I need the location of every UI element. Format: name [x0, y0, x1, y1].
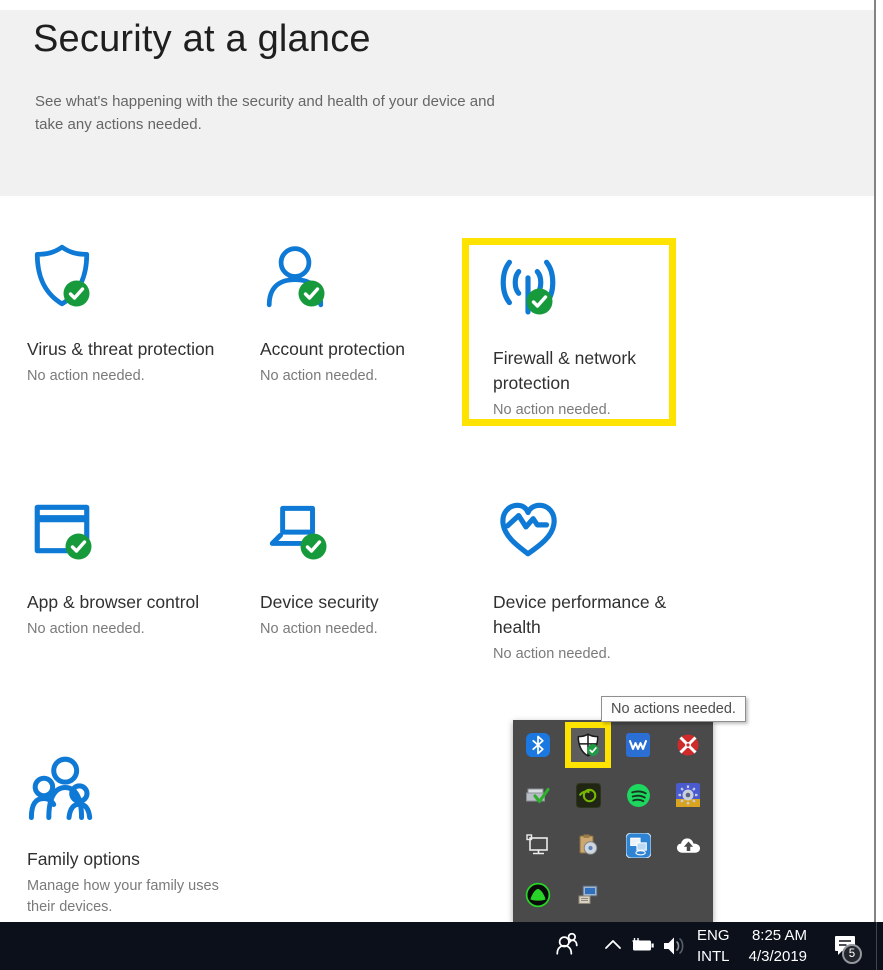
heart-pulse-icon [493, 496, 567, 564]
battery-icon[interactable] [629, 935, 657, 960]
system-tray-flyout [513, 720, 713, 922]
check-badge-icon [300, 533, 327, 560]
tile-virus-threat-protection[interactable]: Virus & threat protection No action need… [27, 243, 252, 387]
tray-icon-media-writer[interactable] [563, 820, 613, 870]
ethernet-monitor-icon [526, 834, 548, 855]
tile-status: No action needed. [260, 367, 378, 384]
spotify-icon [626, 783, 650, 807]
tile-app-browser-control[interactable]: App & browser control No action needed. [27, 496, 252, 640]
tray-icon-windows-defender[interactable] [563, 720, 613, 770]
tray-icon-pinwheel-ball[interactable] [663, 720, 713, 770]
intel-graphics-icon [625, 832, 651, 858]
tray-icon-removable-storage[interactable] [563, 870, 613, 920]
tray-icon-spotify[interactable] [613, 770, 663, 820]
tile-status: Manage how your family uses their device… [27, 877, 219, 915]
antenna-icon [493, 252, 567, 320]
defender-shield-icon [577, 733, 599, 757]
show-hidden-icons-chevron[interactable] [603, 937, 623, 956]
waves-icon [626, 733, 650, 757]
tile-title: Account protection [260, 339, 405, 359]
people-icon[interactable] [554, 931, 580, 962]
laptop-icon [260, 496, 334, 564]
tray-empty-cell [613, 870, 663, 920]
language-line2: INTL [697, 948, 730, 965]
tile-firewall-network-protection[interactable]: Firewall & network protection No action … [493, 252, 673, 421]
tray-icon-waves-audio[interactable] [613, 720, 663, 770]
tray-icon-onedrive[interactable] [663, 820, 713, 870]
clock-date: 4/3/2019 [748, 948, 807, 965]
bluetooth-icon [526, 733, 550, 757]
tile-title: App & browser control [27, 592, 200, 612]
tray-icon-intel-graphics[interactable] [613, 820, 663, 870]
tile-status: No action needed. [493, 401, 611, 418]
check-badge-icon [63, 280, 90, 307]
tile-title: Virus & threat protection [27, 339, 215, 359]
notification-count-badge[interactable]: 5 [842, 944, 862, 964]
page-header: Security at a glance See what's happenin… [0, 10, 874, 196]
tray-icon-gear-utility[interactable] [663, 770, 713, 820]
family-icon [27, 753, 101, 821]
browser-window-icon [27, 496, 101, 564]
person-icon [260, 243, 334, 311]
tile-title: Device security [260, 592, 379, 612]
tray-empty-cell [663, 870, 713, 920]
gear-icon [676, 783, 700, 807]
page-subtitle: See what's happening with the security a… [35, 93, 495, 134]
tray-icon-network-ball[interactable] [513, 870, 563, 920]
computer-storage-icon [578, 885, 597, 904]
shield-icon [27, 243, 101, 311]
cloud-upload-icon [676, 838, 700, 853]
tile-status: No action needed. [493, 645, 611, 662]
check-badge-icon [526, 288, 553, 315]
taskbar: ENG INTL 8:25 AM 4/3/2019 5 [0, 922, 883, 970]
tray-tooltip: No actions needed. [601, 696, 746, 722]
nvidia-icon [575, 782, 601, 808]
language-indicator[interactable]: ENG INTL [697, 925, 730, 967]
vertical-scrollbar[interactable] [874, 0, 876, 922]
tile-account-protection[interactable]: Account protection No action needed. [260, 243, 485, 387]
speaker-icon[interactable] [662, 934, 688, 963]
check-badge-icon [298, 280, 325, 307]
firewall-highlight-box: Firewall & network protection No action … [462, 238, 676, 426]
tile-title: Firewall & network protection [493, 348, 636, 393]
tile-title: Family options [27, 849, 140, 869]
clock[interactable]: 8:25 AM 4/3/2019 [733, 925, 807, 967]
check-badge-icon [65, 533, 92, 560]
tray-icon-bluetooth[interactable] [513, 720, 563, 770]
tray-icon-device-check[interactable] [513, 770, 563, 820]
tile-device-security[interactable]: Device security No action needed. [260, 496, 485, 640]
tile-status: No action needed. [27, 620, 145, 637]
green-ball-icon [525, 882, 551, 908]
language-line1: ENG [697, 927, 730, 944]
show-desktop-separator[interactable] [876, 922, 877, 970]
tile-status: No action needed. [260, 620, 378, 637]
page-title: Security at a glance [33, 18, 371, 60]
clock-time: 8:25 AM [751, 927, 807, 944]
tile-status: No action needed. [27, 367, 145, 384]
tile-family-options[interactable]: Family options Manage how your family us… [27, 753, 252, 918]
tile-title: Device performance & health [493, 592, 667, 637]
tile-device-performance-health[interactable]: Device performance & health No action ne… [493, 496, 718, 665]
tray-icon-nvidia-settings[interactable] [563, 770, 613, 820]
device-check-icon [526, 787, 550, 804]
pinwheel-ball-icon [677, 734, 699, 756]
clipboard-disc-icon [579, 834, 598, 855]
tray-icon-ethernet-status[interactable] [513, 820, 563, 870]
